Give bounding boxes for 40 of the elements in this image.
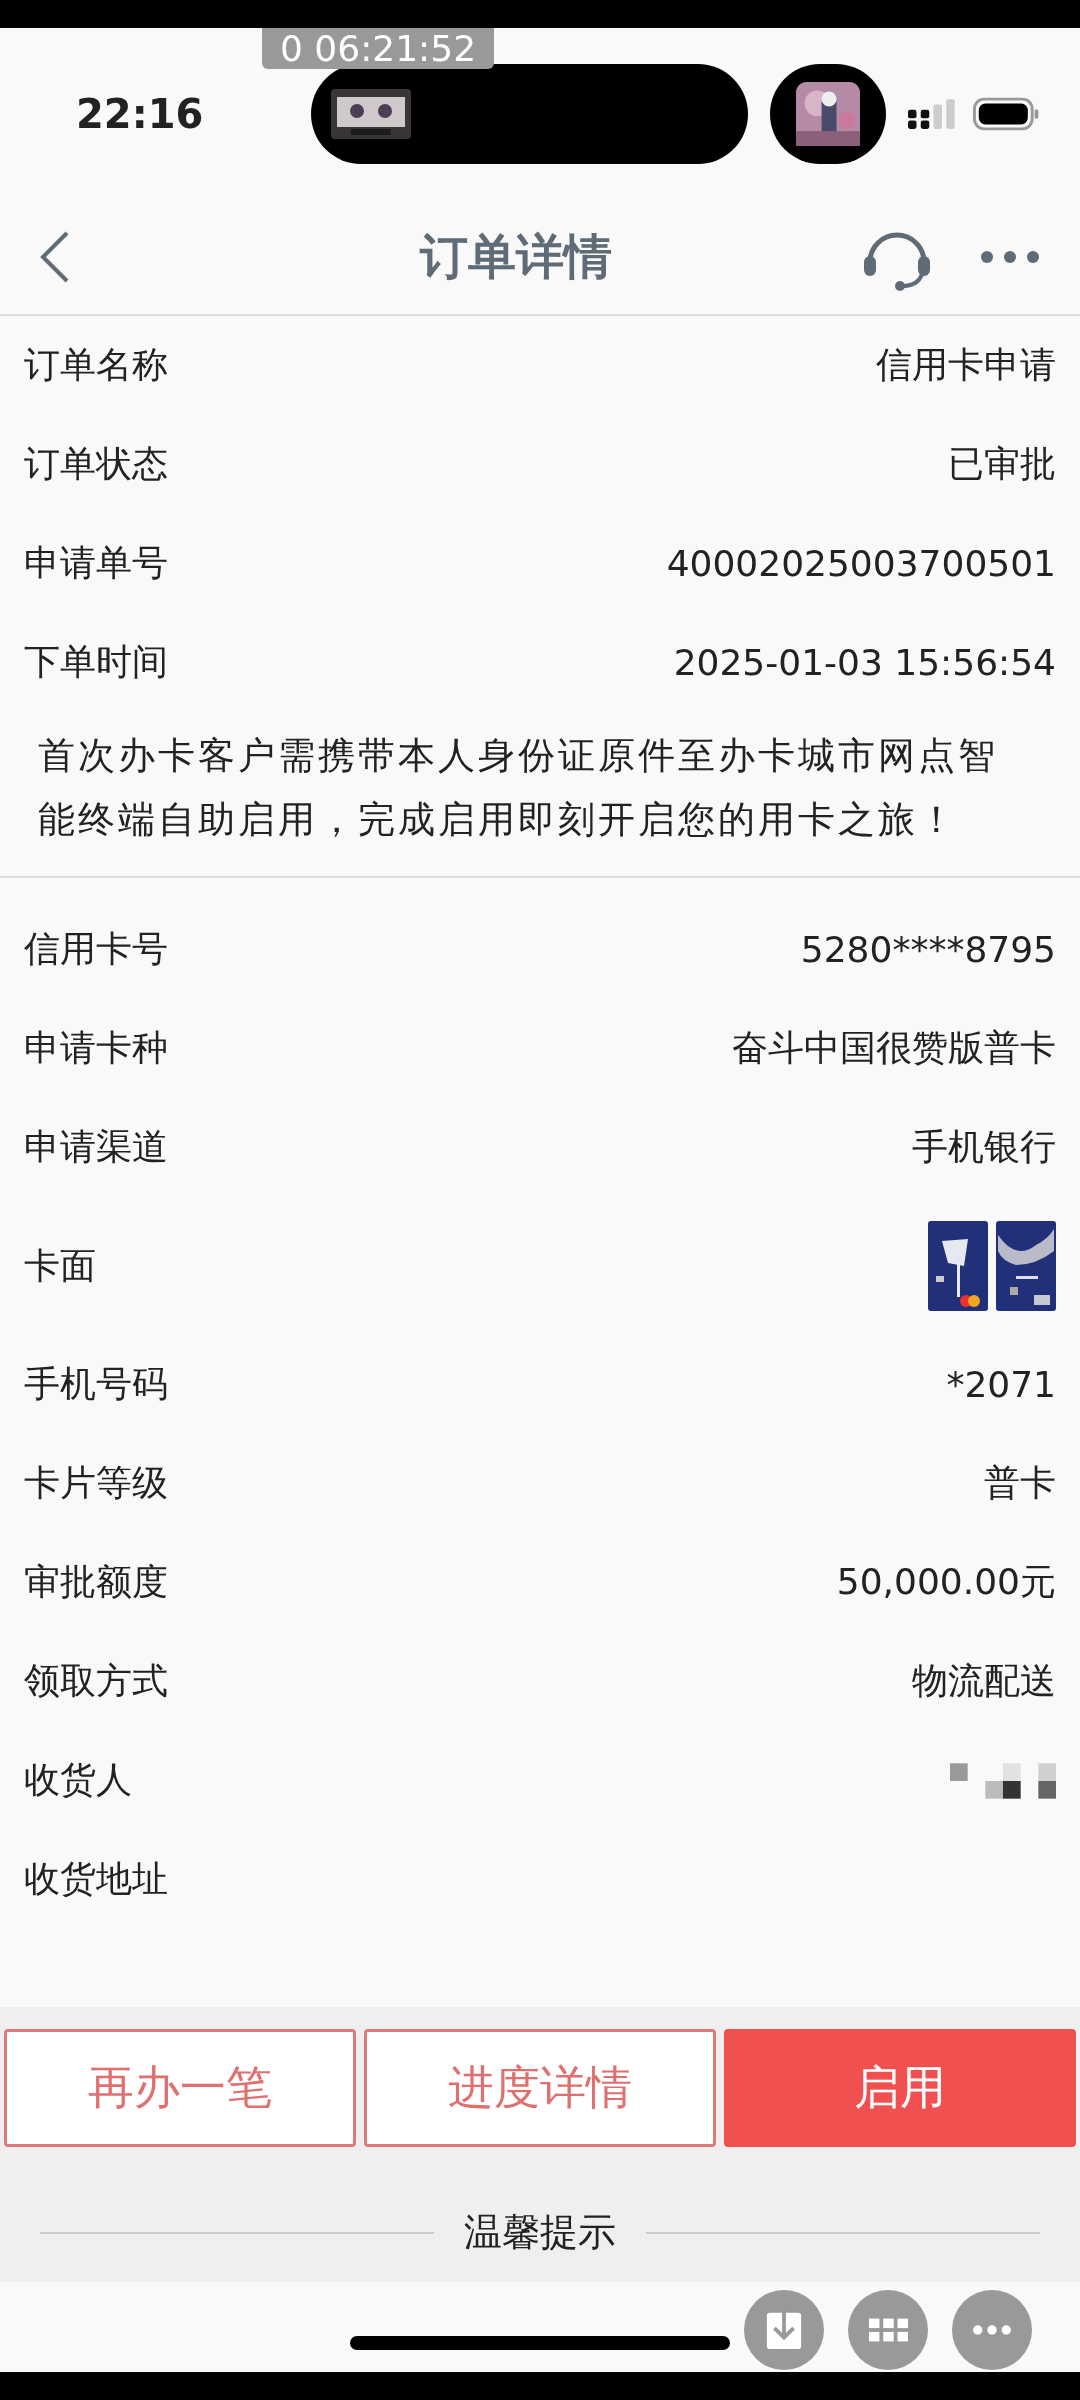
- field-label: 领取方式: [24, 1659, 168, 1703]
- section-heading: 温馨提示: [464, 2209, 616, 2256]
- download-icon[interactable]: [744, 2290, 824, 2370]
- field-value: 信用卡申请: [876, 343, 1056, 387]
- field-label: 手机号码: [24, 1362, 168, 1406]
- action-button[interactable]: 启用: [724, 2029, 1076, 2147]
- field-label: 申请渠道: [24, 1125, 168, 1169]
- field-value: 普卡: [984, 1461, 1056, 1505]
- field-value: 50,000.00元: [836, 1560, 1056, 1604]
- page-title: 订单详情: [418, 227, 613, 286]
- battery-icon: [972, 97, 1040, 131]
- action-button[interactable]: 再办一笔: [4, 2029, 356, 2147]
- field-value: 已审批: [948, 442, 1056, 486]
- field-label: 申请卡种: [24, 1026, 168, 1070]
- notice-text: 首次办卡客户需携带本人身份证原件至办卡城市网点智能终端自助启用，完成启用即刻开启您的用卡之旅！: [37, 733, 999, 843]
- field-label: 信用卡号: [24, 927, 168, 971]
- field-label: 审批额度: [24, 1560, 168, 1604]
- field-value: 奋斗中国很赞版普卡: [732, 1026, 1056, 1070]
- more-icon[interactable]: [980, 250, 1040, 264]
- field-label: 下单时间: [24, 640, 168, 684]
- field-label: 订单名称: [24, 343, 168, 387]
- field-label: 申请单号: [24, 541, 168, 585]
- field-value: *2071: [946, 1364, 1056, 1405]
- field-value: 手机银行: [912, 1125, 1056, 1169]
- field-label: 订单状态: [24, 442, 168, 486]
- field-value: 物流配送: [912, 1659, 1056, 1703]
- recording-timer: 0 06:21:52: [262, 28, 495, 69]
- field-value: 5280****8795: [800, 929, 1056, 970]
- field-label: 卡片等级: [24, 1461, 168, 1505]
- field-label: 收货地址: [24, 1857, 168, 1901]
- field-value: 40002025003700501: [666, 543, 1056, 584]
- field-label: 收货人: [24, 1758, 132, 1802]
- status-time: 22:16: [76, 91, 205, 137]
- grid-icon[interactable]: [848, 2290, 928, 2370]
- signal-icon: [907, 99, 955, 129]
- back-icon[interactable]: [40, 230, 70, 284]
- field-label: 卡面: [24, 1243, 96, 1288]
- more-icon[interactable]: [952, 2290, 1032, 2370]
- field-value: 2025-01-03 15:56:54: [673, 642, 1056, 683]
- action-button[interactable]: 进度详情: [364, 2029, 716, 2147]
